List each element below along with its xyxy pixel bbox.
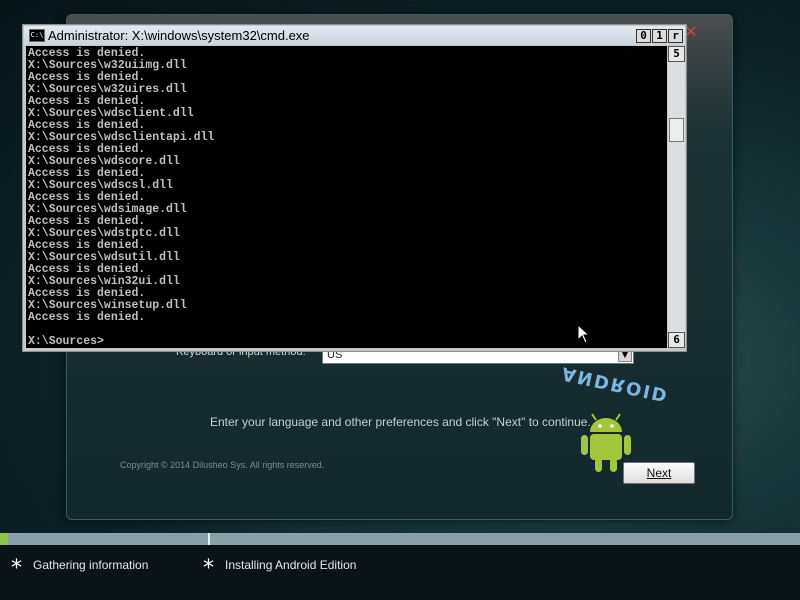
scroll-up-button[interactable]: 5 (668, 46, 685, 62)
status-bar (0, 545, 800, 600)
console-prompt[interactable]: X:\Sources> (28, 336, 104, 348)
asterisk-icon: * (11, 556, 22, 581)
step-label: Installing Android Edition (225, 558, 357, 572)
next-button[interactable]: Next (623, 462, 695, 484)
cmd-window[interactable]: C:\ Administrator: X:\windows\system32\c… (22, 24, 687, 352)
console-line: Access is denied. (28, 311, 146, 324)
close-button[interactable]: r (668, 29, 683, 43)
cmd-title: Administrator: X:\windows\system32\cmd.e… (48, 28, 310, 43)
progress-bar (0, 533, 800, 545)
progress-fill (0, 533, 8, 545)
scroll-thumb[interactable] (669, 118, 684, 142)
progress-divider (208, 533, 210, 545)
cmd-console[interactable]: Access is denied. X:\Sources\w32uiimg.dll… (26, 46, 667, 348)
console-output: Access is denied. X:\Sources\w32uiimg.dll… (28, 48, 214, 324)
asterisk-icon: * (203, 556, 214, 581)
cmd-titlebar[interactable]: C:\ Administrator: X:\windows\system32\c… (24, 26, 685, 45)
minimize-button[interactable]: 0 (636, 29, 651, 43)
instruction-text: Enter your language and other preference… (210, 415, 591, 429)
mouse-pointer-icon (577, 324, 591, 344)
vertical-scrollbar[interactable]: 5 6 (668, 46, 685, 348)
step-gathering-information: * Gathering information (11, 558, 149, 580)
maximize-button[interactable]: 1 (652, 29, 667, 43)
step-installing: * Installing Android Edition (203, 558, 357, 580)
copyright-text: Copyright © 2014 Dilusheo Sys. All right… (120, 460, 325, 470)
cmd-app-icon[interactable]: C:\ (29, 29, 45, 42)
step-label: Gathering information (33, 558, 149, 572)
scroll-down-button[interactable]: 6 (668, 332, 685, 348)
